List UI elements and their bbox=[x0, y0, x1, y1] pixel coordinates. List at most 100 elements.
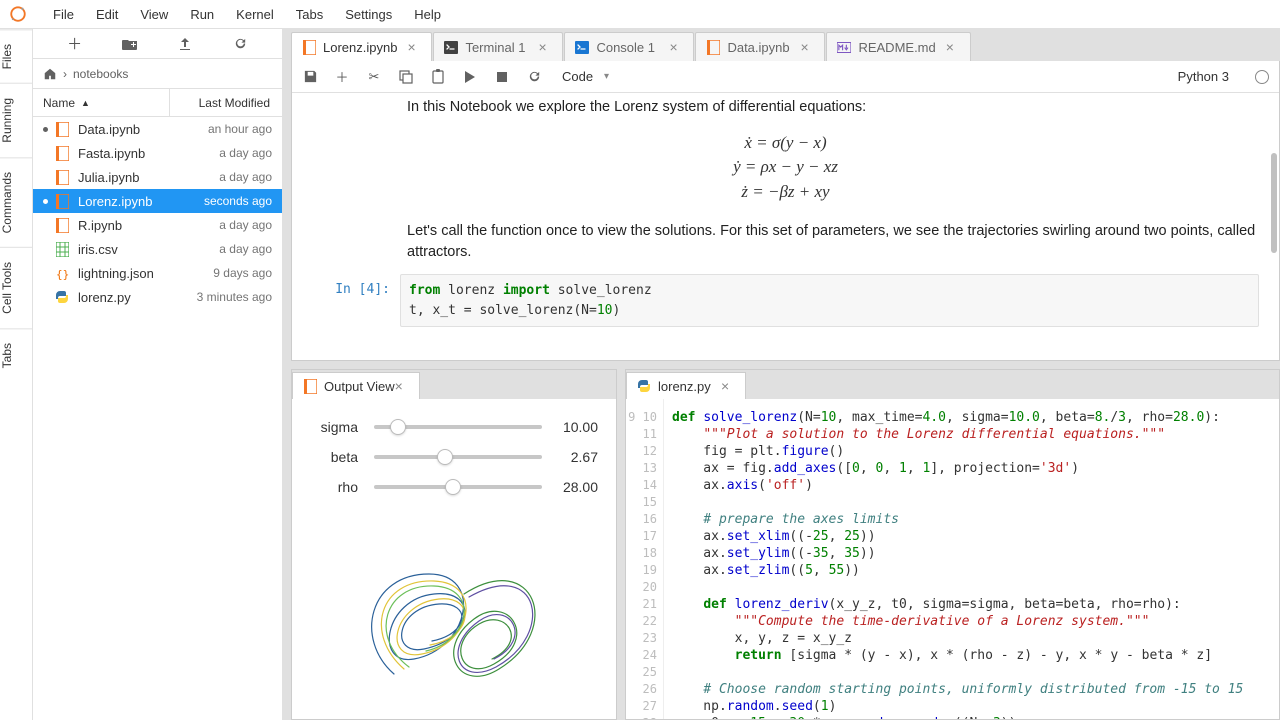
kernel-name[interactable]: Python 3 bbox=[1178, 69, 1229, 84]
close-icon[interactable]: × bbox=[669, 40, 683, 54]
save-icon[interactable] bbox=[302, 69, 318, 85]
breadcrumb[interactable]: › notebooks bbox=[33, 59, 282, 89]
file-row[interactable]: R.ipynba day ago bbox=[33, 213, 282, 237]
menu-item-settings[interactable]: Settings bbox=[334, 7, 403, 22]
left-tab-running[interactable]: Running bbox=[0, 83, 32, 157]
close-icon[interactable]: × bbox=[538, 40, 552, 54]
svg-text:{}: {} bbox=[56, 268, 69, 281]
running-indicator-icon bbox=[43, 127, 48, 132]
menu-item-run[interactable]: Run bbox=[179, 7, 225, 22]
left-tab-cell-tools[interactable]: Cell Tools bbox=[0, 247, 32, 328]
code-content[interactable]: def solve_lorenz(N=10, max_time=4.0, sig… bbox=[664, 399, 1279, 719]
copy-icon[interactable] bbox=[398, 69, 414, 85]
column-modified[interactable]: Last Modified bbox=[170, 96, 282, 110]
file-type-icon bbox=[54, 217, 70, 233]
file-row[interactable]: {}lightning.json9 days ago bbox=[33, 261, 282, 285]
left-tab-commands[interactable]: Commands bbox=[0, 157, 32, 247]
slider-value: 28.00 bbox=[548, 479, 598, 495]
menu-item-kernel[interactable]: Kernel bbox=[225, 7, 285, 22]
breadcrumb-folder[interactable]: notebooks bbox=[73, 67, 128, 81]
restart-icon[interactable] bbox=[526, 69, 542, 85]
tab-lorenz-py[interactable]: lorenz.py × bbox=[626, 372, 746, 399]
main-tab[interactable]: Terminal 1 × bbox=[433, 32, 563, 61]
left-tab-bar: FilesRunningCommandsCell ToolsTabs bbox=[0, 29, 33, 720]
add-cell-icon[interactable]: ＋ bbox=[334, 69, 350, 85]
menu-item-help[interactable]: Help bbox=[403, 7, 452, 22]
slider-track[interactable] bbox=[374, 485, 542, 489]
home-icon[interactable] bbox=[43, 67, 57, 81]
main-tab[interactable]: Data.ipynb× bbox=[695, 32, 825, 61]
new-folder-icon[interactable] bbox=[122, 36, 138, 52]
stop-icon[interactable] bbox=[494, 69, 510, 85]
tab-label: Lorenz.ipynb bbox=[323, 40, 397, 55]
menu-item-file[interactable]: File bbox=[42, 7, 85, 22]
file-name: Data.ipynb bbox=[78, 122, 172, 137]
file-row[interactable]: iris.csva day ago bbox=[33, 237, 282, 261]
slider-beta[interactable]: beta2.67 bbox=[310, 449, 598, 465]
file-row[interactable]: Fasta.ipynba day ago bbox=[33, 141, 282, 165]
tab-label: Terminal 1 bbox=[465, 40, 528, 55]
upload-icon[interactable] bbox=[177, 36, 193, 52]
output-view-body: sigma10.00 beta2.67 rho28.00 bbox=[292, 399, 616, 719]
menu-item-view[interactable]: View bbox=[129, 7, 179, 22]
slider-rho[interactable]: rho28.00 bbox=[310, 479, 598, 495]
code-cell[interactable]: In [4]: from lorenz import solve_lorenz … bbox=[312, 274, 1259, 327]
left-tab-tabs[interactable]: Tabs bbox=[0, 328, 32, 382]
dock-panel: Lorenz.ipynb×Terminal 1×Console 1×Data.i… bbox=[283, 29, 1280, 720]
python-icon bbox=[637, 379, 651, 393]
tab-type-icon bbox=[575, 40, 589, 54]
new-launcher-icon[interactable]: ＋ bbox=[67, 36, 83, 52]
file-modified: a day ago bbox=[172, 218, 272, 232]
main-tab-bar: Lorenz.ipynb×Terminal 1×Console 1×Data.i… bbox=[291, 29, 1280, 61]
file-browser: ＋ › notebooks Name▲ Last Modified Data.i… bbox=[33, 29, 283, 720]
menu-item-tabs[interactable]: Tabs bbox=[285, 7, 334, 22]
file-type-icon bbox=[54, 169, 70, 185]
slider-sigma[interactable]: sigma10.00 bbox=[310, 419, 598, 435]
left-tab-files[interactable]: Files bbox=[0, 29, 32, 83]
slider-thumb[interactable] bbox=[390, 419, 406, 435]
paste-icon[interactable] bbox=[430, 69, 446, 85]
slider-thumb[interactable] bbox=[437, 449, 453, 465]
close-icon[interactable]: × bbox=[946, 40, 960, 54]
cell-type-select[interactable]: Code bbox=[558, 67, 613, 86]
file-name: lorenz.py bbox=[78, 290, 172, 305]
file-row[interactable]: Lorenz.ipynbseconds ago bbox=[33, 189, 282, 213]
cell-prompt: In [4]: bbox=[312, 274, 400, 327]
code-editor[interactable]: 9 10 11 12 13 14 15 16 17 18 19 20 21 22… bbox=[626, 399, 1279, 719]
slider-track[interactable] bbox=[374, 455, 542, 459]
refresh-icon[interactable] bbox=[232, 36, 248, 52]
markdown-text: In this Notebook we explore the Lorenz s… bbox=[407, 97, 1259, 119]
file-row[interactable]: Julia.ipynba day ago bbox=[33, 165, 282, 189]
tab-type-icon bbox=[837, 40, 851, 54]
tab-output-view[interactable]: Output View × bbox=[292, 372, 420, 399]
notebook-icon bbox=[303, 379, 317, 393]
main-tab[interactable]: README.md× bbox=[826, 32, 970, 61]
close-icon[interactable]: × bbox=[395, 379, 409, 393]
run-icon[interactable] bbox=[462, 69, 478, 85]
file-name: Julia.ipynb bbox=[78, 170, 172, 185]
slider-label: beta bbox=[310, 449, 368, 465]
slider-thumb[interactable] bbox=[445, 479, 461, 495]
slider-track[interactable] bbox=[374, 425, 542, 429]
scrollbar-thumb[interactable] bbox=[1271, 153, 1277, 253]
tab-type-icon bbox=[302, 40, 316, 54]
file-type-icon bbox=[54, 121, 70, 137]
file-type-icon: {} bbox=[54, 265, 70, 281]
lorenz-attractor-plot bbox=[310, 519, 598, 709]
file-modified: 9 days ago bbox=[172, 266, 272, 280]
cut-icon[interactable]: ✂ bbox=[366, 69, 382, 85]
close-icon[interactable]: × bbox=[800, 40, 814, 54]
close-icon[interactable]: × bbox=[407, 40, 421, 54]
close-icon[interactable]: × bbox=[721, 379, 735, 393]
kernel-status-icon bbox=[1255, 70, 1269, 84]
main-tab[interactable]: Lorenz.ipynb × bbox=[291, 32, 432, 61]
file-row[interactable]: lorenz.py3 minutes ago bbox=[33, 285, 282, 309]
main-tab[interactable]: Console 1× bbox=[564, 32, 694, 61]
menu-item-edit[interactable]: Edit bbox=[85, 7, 129, 22]
notebook-body[interactable]: In this Notebook we explore the Lorenz s… bbox=[292, 93, 1279, 360]
output-view-panel: Output View × sigma10.00 beta2.67 rho28.00 bbox=[291, 369, 617, 720]
file-row[interactable]: Data.ipynban hour ago bbox=[33, 117, 282, 141]
cell-code[interactable]: from lorenz import solve_lorenz t, x_t =… bbox=[400, 274, 1259, 327]
file-modified: seconds ago bbox=[172, 194, 272, 208]
column-name[interactable]: Name▲ bbox=[33, 89, 170, 116]
